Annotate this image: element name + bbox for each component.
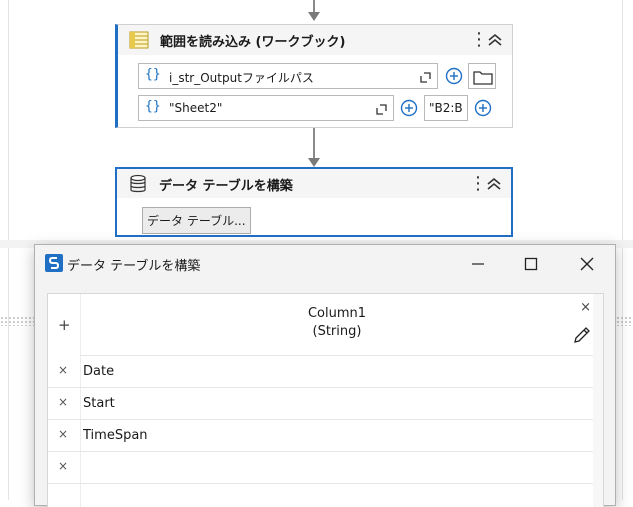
dialog-title: データ テーブルを構築 [67, 259, 201, 274]
table-row[interactable]: × Start [48, 388, 593, 420]
dialog-titlebar[interactable]: データ テーブルを構築 [35, 245, 615, 283]
range-field[interactable]: "B2:B [424, 95, 468, 121]
database-icon [130, 174, 146, 193]
sheet-name-value: "Sheet2" [169, 101, 223, 115]
sheet-name-field[interactable]: {} "Sheet2" [138, 95, 394, 121]
range-value: "B2:B [429, 101, 463, 115]
row-value[interactable]: Start [83, 396, 115, 411]
add-column-button[interactable]: + [58, 316, 71, 334]
add-variable-icon[interactable] [445, 67, 463, 85]
column-name: Column1 [307, 306, 367, 321]
folder-icon [473, 71, 493, 85]
activity-header[interactable]: データ テーブルを構築 ⋮ [117, 169, 511, 198]
activity-title: 範囲を読み込み (ワークブック) [160, 35, 346, 50]
table-row[interactable]: × [48, 452, 593, 484]
workbook-path-value: i_str_Outputファイルパス [169, 71, 314, 85]
remove-column-button[interactable]: × [580, 300, 591, 315]
more-options-icon[interactable]: ⋮ [469, 173, 487, 195]
remove-row-button[interactable]: × [58, 363, 68, 377]
canvas-rail-right [622, 0, 623, 500]
connector-arrow-middle [308, 158, 320, 167]
maximize-icon[interactable] [518, 251, 544, 277]
row-value[interactable]: Date [83, 364, 114, 379]
remove-row-button[interactable]: × [58, 395, 68, 409]
connector-arrow-top [308, 12, 320, 21]
vertical-scrollbar[interactable] [593, 294, 603, 507]
build-data-table-dialog: データ テーブルを構築 + Column1 (String) × × Date [34, 244, 616, 507]
table-row[interactable]: × TimeSpan [48, 420, 593, 452]
close-icon[interactable] [574, 251, 600, 277]
remove-row-button[interactable]: × [58, 459, 68, 473]
table-row[interactable]: × Date [48, 356, 593, 388]
add-variable-icon[interactable] [400, 99, 418, 117]
remove-row-button[interactable]: × [58, 427, 68, 441]
collapse-icon[interactable] [484, 29, 506, 51]
column-type: (String) [312, 324, 362, 339]
expand-editor-icon[interactable] [376, 104, 387, 115]
connector-line-top [313, 0, 315, 12]
activity-header[interactable]: 範囲を読み込み (ワークブック) ⋮ [118, 25, 512, 55]
column-header[interactable]: Column1 (String) × [81, 294, 593, 356]
activity-build-data-table[interactable]: データ テーブルを構築 ⋮ データ テーブル... [115, 167, 513, 237]
excel-range-icon [129, 31, 149, 49]
app-logo-icon [45, 254, 63, 272]
activity-title: データ テーブルを構築 [159, 179, 293, 194]
row-value[interactable]: TimeSpan [83, 428, 148, 443]
workbook-path-field[interactable]: {} i_str_Outputファイルパス [138, 63, 438, 89]
browse-folder-button[interactable] [468, 63, 496, 89]
expression-brace-icon[interactable]: {} [145, 67, 161, 82]
minimize-icon[interactable] [465, 251, 491, 277]
add-variable-icon[interactable] [474, 99, 492, 117]
more-options-icon[interactable]: ⋮ [470, 29, 488, 51]
data-table-button[interactable]: データ テーブル... [142, 207, 251, 234]
expression-brace-icon[interactable]: {} [145, 99, 161, 114]
expand-editor-icon[interactable] [420, 72, 431, 83]
edit-column-icon[interactable] [571, 324, 591, 346]
activity-read-range[interactable]: 範囲を読み込み (ワークブック) ⋮ {} i_str_Outputファイルパス [115, 24, 513, 128]
connector-line-middle [313, 128, 315, 162]
data-table-grid: + Column1 (String) × × Date × Start × Ti… [47, 293, 604, 507]
canvas-rail-left [8, 0, 9, 500]
collapse-icon[interactable] [483, 173, 505, 195]
